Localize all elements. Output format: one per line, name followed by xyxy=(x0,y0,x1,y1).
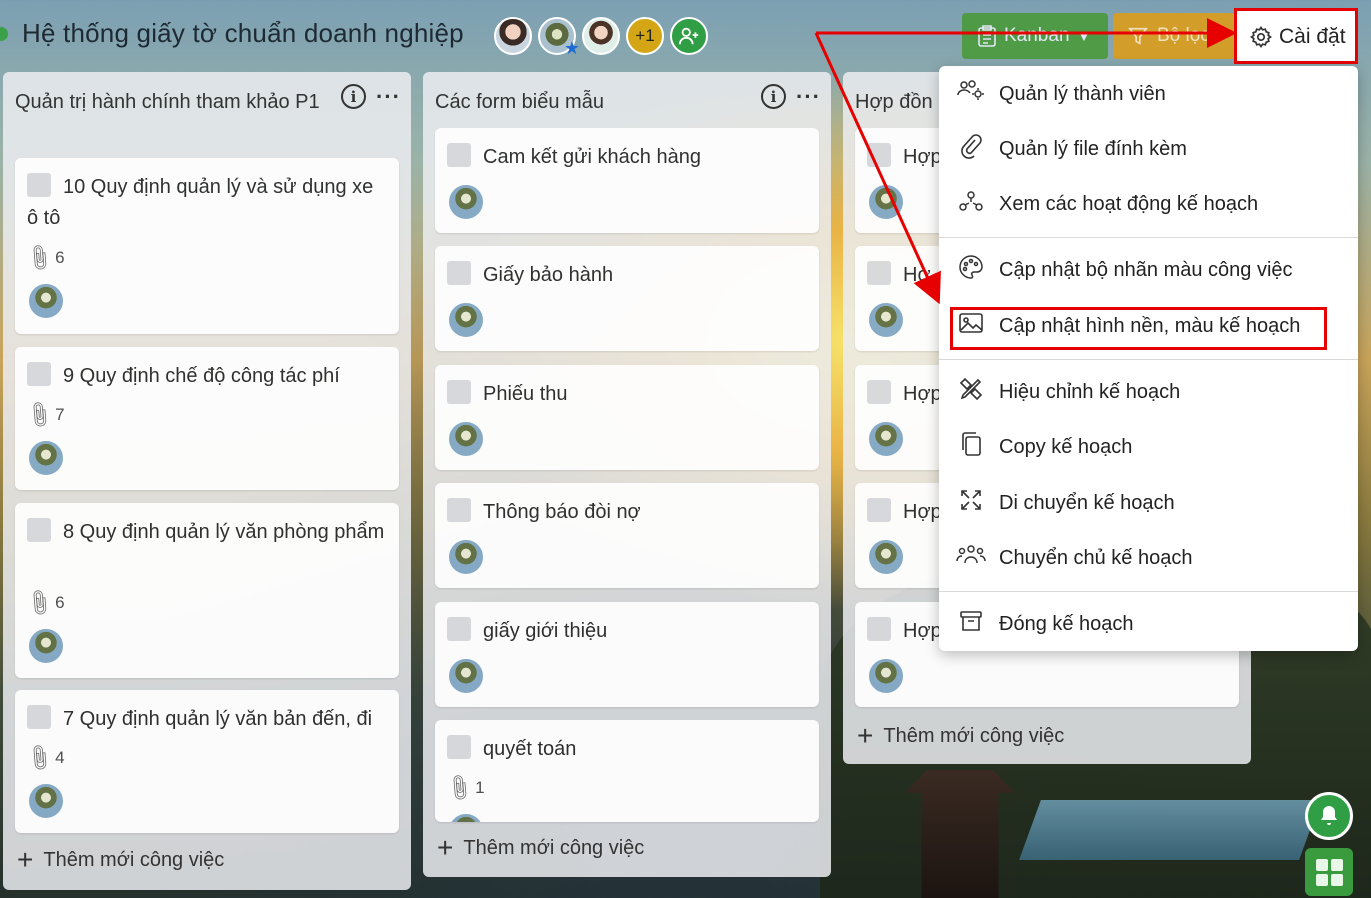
grid-square xyxy=(1315,873,1328,886)
notification-bell-button[interactable] xyxy=(1305,792,1353,840)
grid-square xyxy=(1330,873,1343,886)
bell-icon xyxy=(1321,806,1337,825)
grid-square xyxy=(1330,858,1343,871)
apps-grid-button[interactable] xyxy=(1305,848,1353,896)
grid-square xyxy=(1315,858,1328,871)
arrow-to-background-item xyxy=(814,32,941,305)
annotation-arrows xyxy=(814,18,1237,305)
